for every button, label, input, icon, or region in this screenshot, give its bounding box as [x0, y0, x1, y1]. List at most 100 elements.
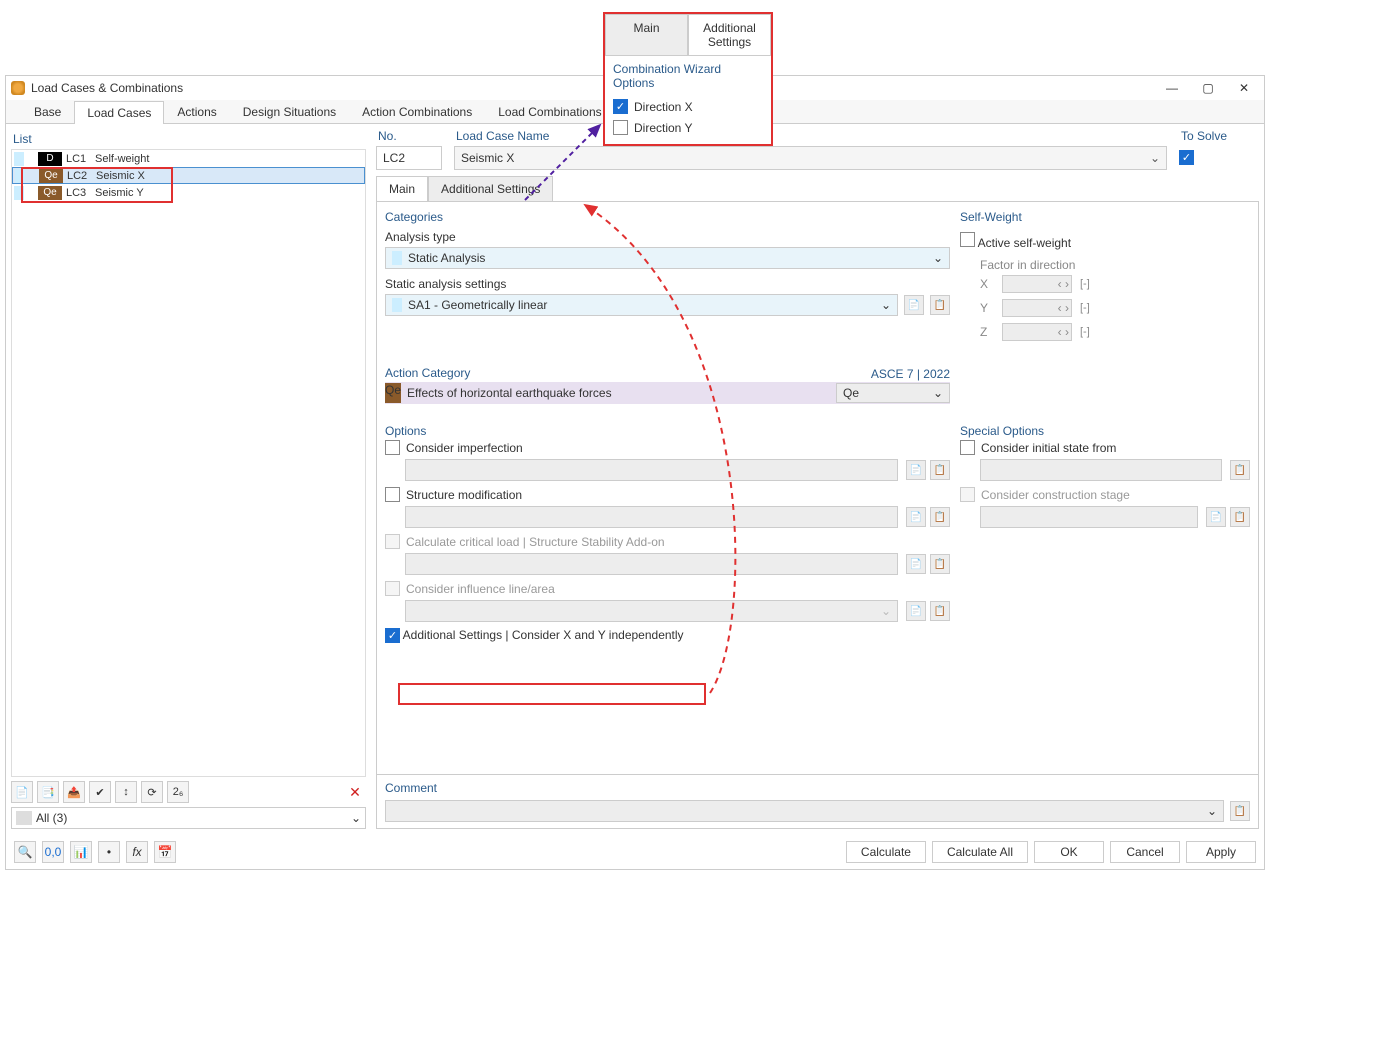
chevron-down-icon: ⌄	[881, 298, 891, 312]
section-categories: Categories	[385, 210, 950, 226]
list-row-lc2[interactable]: Qe LC2 Seismic X	[12, 167, 365, 184]
maximize-button[interactable]: ▢	[1193, 79, 1223, 97]
tree-icon[interactable]: 📊	[70, 841, 92, 863]
minimize-button[interactable]: —	[1157, 79, 1187, 97]
select-structure-mod[interactable]	[405, 506, 898, 528]
export-icon[interactable]: 📤	[63, 781, 85, 803]
list-row-lc1[interactable]: D LC1 Self-weight	[12, 150, 365, 167]
ok-button[interactable]: OK	[1034, 841, 1104, 863]
imp-btn1-icon[interactable]: 📄	[906, 460, 926, 480]
checkbox-direction-y[interactable]	[613, 120, 628, 135]
checkbox-construction-stage	[960, 487, 975, 502]
tab-actions[interactable]: Actions	[164, 100, 229, 123]
inf-btn2-icon[interactable]: 📋	[930, 601, 950, 621]
cs-btn2-icon[interactable]: 📋	[1230, 507, 1250, 527]
list-row-lc3[interactable]: Qe LC3 Seismic Y	[12, 184, 365, 201]
solve-label: To Solve	[1179, 129, 1259, 143]
imp-btn2-icon[interactable]: 📋	[930, 460, 950, 480]
tab-action-combinations[interactable]: Action Combinations	[349, 100, 485, 123]
refresh-icon[interactable]: ⟳	[141, 781, 163, 803]
popup-tab-main[interactable]: Main	[605, 14, 688, 55]
check-icon[interactable]: ✔	[89, 781, 111, 803]
tab-base[interactable]: Base	[21, 100, 74, 123]
calculate-button[interactable]: Calculate	[846, 841, 926, 863]
list-label: List	[11, 129, 366, 149]
badge-d: D	[38, 152, 62, 166]
tab-design-situations[interactable]: Design Situations	[230, 100, 349, 123]
sm-btn2-icon[interactable]: 📋	[930, 507, 950, 527]
select-imperfection[interactable]	[405, 459, 898, 481]
help-icon[interactable]: 🔍	[14, 841, 36, 863]
is-btn-icon[interactable]: 📋	[1230, 460, 1250, 480]
select-sas[interactable]: SA1 - Geometrically linear ⌄	[385, 294, 898, 316]
checkbox-initial-state[interactable]	[960, 440, 975, 455]
inf-btn1-icon[interactable]: 📄	[906, 601, 926, 621]
tab-load-cases[interactable]: Load Cases	[74, 101, 164, 124]
chevron-down-icon: ⌄	[351, 811, 361, 825]
chevron-down-icon: ⌄	[1207, 804, 1217, 818]
checkbox-structure-mod[interactable]	[385, 487, 400, 502]
comment-btn-icon[interactable]: 📋	[1230, 801, 1250, 821]
spin-y[interactable]: ‹ ›	[1002, 299, 1072, 317]
select-initial-state[interactable]	[980, 459, 1222, 481]
checkbox-to-solve[interactable]: ✓	[1179, 150, 1194, 165]
additional-settings-popup: Main Additional Settings Combination Wiz…	[603, 12, 773, 146]
spin-x[interactable]: ‹ ›	[1002, 275, 1072, 293]
cs-btn1-icon[interactable]: 📄	[1206, 507, 1226, 527]
delete-icon[interactable]: ✕	[344, 781, 366, 803]
select-critical-load	[405, 553, 898, 575]
sm-btn1-icon[interactable]: 📄	[906, 507, 926, 527]
ac-code-select[interactable]: Qe ⌄	[836, 383, 950, 403]
sas-edit-icon[interactable]: 📋	[930, 295, 950, 315]
badge-qe: Qe	[38, 186, 62, 200]
checkbox-direction-x[interactable]: ✓	[613, 99, 628, 114]
fx-icon[interactable]: fx	[126, 841, 148, 863]
checkbox-additional-xy[interactable]: ✓	[385, 628, 400, 643]
close-button[interactable]: ✕	[1229, 79, 1259, 97]
cl-btn2-icon[interactable]: 📋	[930, 554, 950, 574]
window-title: Load Cases & Combinations	[31, 81, 1151, 95]
app-icon	[11, 81, 25, 95]
section-self-weight: Self-Weight	[960, 210, 1250, 226]
calendar-icon[interactable]: 📅	[154, 841, 176, 863]
new-icon[interactable]: 📄	[11, 781, 33, 803]
section-special-options: Special Options	[960, 424, 1250, 440]
subtab-main[interactable]: Main	[376, 176, 428, 201]
checkbox-imperfection[interactable]	[385, 440, 400, 455]
chevron-down-icon: ⌄	[933, 251, 943, 265]
section-action-category: Action Category	[385, 366, 470, 382]
name-select[interactable]: Seismic X ⌄	[454, 146, 1167, 170]
subtab-additional-settings[interactable]: Additional Settings	[428, 176, 553, 201]
cancel-button[interactable]: Cancel	[1110, 841, 1180, 863]
checkbox-active-self-weight[interactable]	[960, 232, 975, 247]
label-direction-y: Direction Y	[634, 121, 692, 135]
tab-load-combinations[interactable]: Load Combinations	[485, 100, 614, 123]
standard-label: ASCE 7 | 2022	[871, 367, 950, 381]
select-analysis-type[interactable]: Static Analysis ⌄	[385, 247, 950, 269]
apply-button[interactable]: Apply	[1186, 841, 1256, 863]
select-construction-stage	[980, 506, 1198, 528]
cl-btn1-icon[interactable]: 📄	[906, 554, 926, 574]
load-case-list[interactable]: D LC1 Self-weight Qe LC2 Seismic X Qe LC…	[11, 149, 366, 777]
calculate-all-button[interactable]: Calculate All	[932, 841, 1028, 863]
name-label: Load Case Name	[454, 129, 1167, 143]
copy-icon[interactable]: 📑	[37, 781, 59, 803]
ac-text: Effects of horizontal earthquake forces	[401, 386, 836, 400]
list-filter-select[interactable]: All (3) ⌄	[11, 807, 366, 829]
sort-icon[interactable]: ↕	[115, 781, 137, 803]
label-direction-x: Direction X	[634, 100, 693, 114]
units-icon[interactable]: 0,0	[42, 841, 64, 863]
select-influence: ⌄	[405, 600, 898, 622]
checkbox-influence	[385, 581, 400, 596]
comment-input[interactable]: ⌄	[385, 800, 1224, 822]
spin-z[interactable]: ‹ ›	[1002, 323, 1072, 341]
chevron-down-icon: ⌄	[933, 386, 943, 400]
number-icon[interactable]: 2₆	[167, 781, 189, 803]
no-input[interactable]: LC2	[376, 146, 442, 170]
badge-qe: Qe	[39, 169, 63, 183]
section-options: Options	[385, 424, 950, 440]
sas-new-icon[interactable]: 📄	[904, 295, 924, 315]
section-comment: Comment	[385, 781, 1250, 797]
popup-tab-additional[interactable]: Additional Settings	[688, 14, 771, 55]
dot-icon[interactable]: •	[98, 841, 120, 863]
